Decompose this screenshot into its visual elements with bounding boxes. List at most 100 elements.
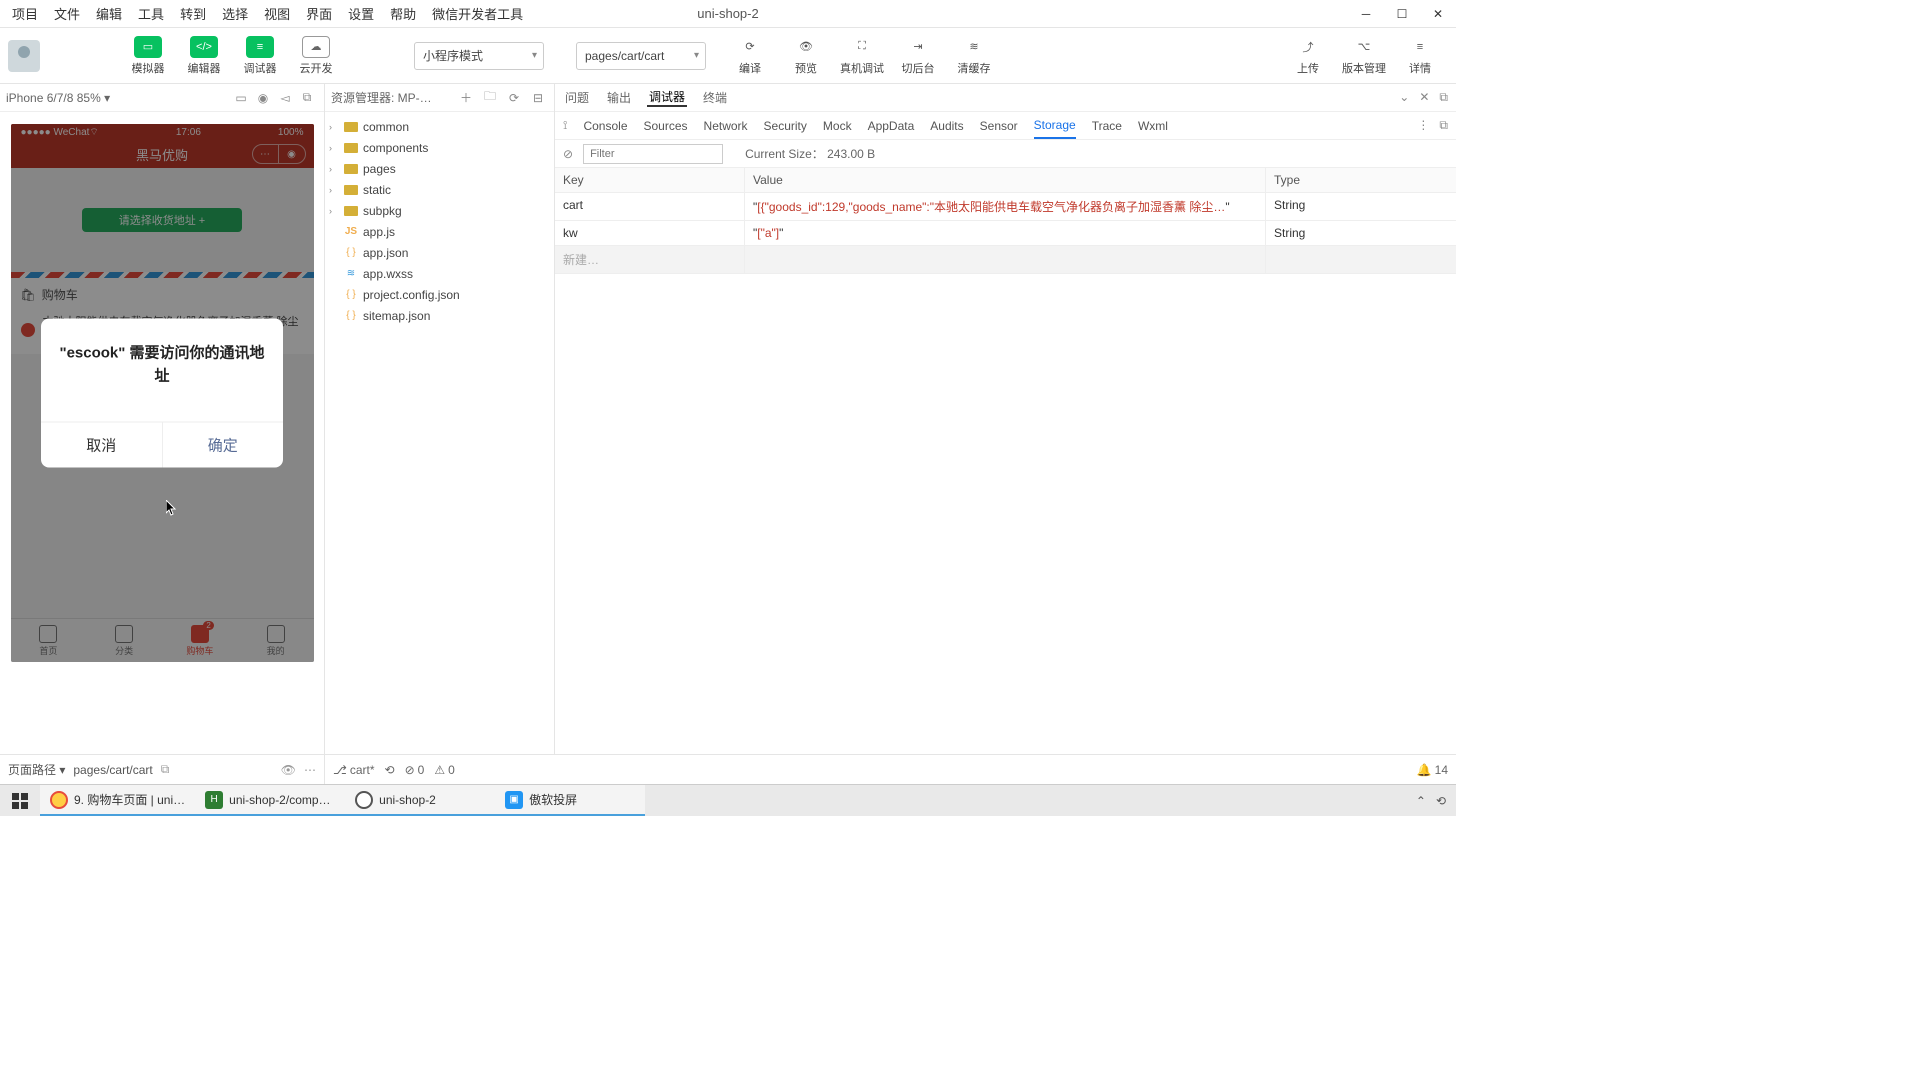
devtab-sensor[interactable]: Sensor bbox=[980, 112, 1018, 139]
menu-file[interactable]: 文件 bbox=[46, 4, 88, 23]
close-panel-icon[interactable]: ✕ bbox=[1419, 90, 1429, 105]
devtab-audits[interactable]: Audits bbox=[930, 112, 963, 139]
tree-item-app-wxss[interactable]: ≋app.wxss bbox=[325, 263, 554, 284]
taskbar-task[interactable]: ▣傲软投屏 bbox=[495, 785, 645, 816]
devtab-security[interactable]: Security bbox=[764, 112, 807, 139]
menu-select[interactable]: 选择 bbox=[214, 4, 256, 23]
storage-new-row[interactable]: 新建… bbox=[555, 246, 1456, 274]
modal-ok-button[interactable]: 确定 bbox=[163, 423, 284, 468]
more-icon[interactable]: ⋯ bbox=[304, 763, 316, 777]
storage-filter-input[interactable] bbox=[583, 144, 723, 164]
git-sync-icon[interactable]: ⟲ bbox=[385, 763, 395, 777]
devtools-popout-icon[interactable]: ⧉ bbox=[1439, 118, 1448, 133]
col-value[interactable]: Value bbox=[745, 168, 1266, 192]
modal-cancel-button[interactable]: 取消 bbox=[41, 423, 163, 468]
devtab-console[interactable]: Console bbox=[583, 112, 627, 139]
clear-cache-button[interactable]: ≋清缓存 bbox=[946, 31, 1002, 81]
taskbar-task[interactable]: Huni-shop-2/comp… bbox=[195, 785, 345, 816]
menu-view[interactable]: 视图 bbox=[256, 4, 298, 23]
menu-ui[interactable]: 界面 bbox=[298, 4, 340, 23]
eye-icon[interactable]: 👁 bbox=[281, 763, 296, 777]
tree-item-app-js[interactable]: JSapp.js bbox=[325, 221, 554, 242]
tab-output[interactable]: 输出 bbox=[605, 89, 633, 106]
new-file-icon[interactable]: ＋ bbox=[456, 89, 476, 106]
tree-item-pages[interactable]: ›pages bbox=[325, 158, 554, 179]
compile-mode-select[interactable]: 小程序模式 bbox=[414, 42, 544, 70]
menu-setting[interactable]: 设置 bbox=[340, 4, 382, 23]
system-tray[interactable]: ⌃ ⟲ bbox=[1406, 785, 1456, 816]
devtab-trace[interactable]: Trace bbox=[1092, 112, 1122, 139]
tab-terminal[interactable]: 终端 bbox=[701, 89, 729, 106]
console-tab-bar: 问题 输出 调试器 终端 ⌄ ✕ ⧉ bbox=[555, 84, 1456, 112]
rotate-icon[interactable]: ▭ bbox=[230, 91, 252, 105]
page-path-label[interactable]: 页面路径 ▾ bbox=[8, 761, 65, 778]
window-maximize-icon[interactable]: ☐ bbox=[1384, 0, 1420, 28]
devtab-sources[interactable]: Sources bbox=[644, 112, 688, 139]
simulator-toggle[interactable]: ▭模拟器 bbox=[120, 31, 176, 81]
menu-help[interactable]: 帮助 bbox=[382, 4, 424, 23]
cloud-dev[interactable]: ☁云开发 bbox=[288, 31, 344, 81]
tree-item-common[interactable]: ›common bbox=[325, 116, 554, 137]
start-button[interactable] bbox=[0, 785, 40, 816]
window-close-icon[interactable]: ✕ bbox=[1420, 0, 1456, 28]
menu-tool[interactable]: 工具 bbox=[130, 4, 172, 23]
devtab-network[interactable]: Network bbox=[704, 112, 748, 139]
version-button[interactable]: ⌥版本管理 bbox=[1336, 31, 1392, 81]
tab-debugger[interactable]: 调试器 bbox=[647, 88, 687, 107]
tray-sync-icon[interactable]: ⟲ bbox=[1436, 794, 1446, 808]
warnings-count[interactable]: ⚠ 0 bbox=[434, 763, 454, 777]
chevron-down-icon[interactable]: ⌄ bbox=[1399, 90, 1409, 105]
devtab-storage[interactable]: Storage bbox=[1034, 112, 1076, 139]
tree-item-static[interactable]: ›static bbox=[325, 179, 554, 200]
errors-count[interactable]: ⊘ 0 bbox=[405, 763, 425, 777]
editor-toggle[interactable]: </>编辑器 bbox=[176, 31, 232, 81]
tree-item-subpkg[interactable]: ›subpkg bbox=[325, 200, 554, 221]
copy-path-icon[interactable]: ⧉ bbox=[161, 762, 170, 777]
devtab-mock[interactable]: Mock bbox=[823, 112, 852, 139]
menu-edit[interactable]: 编辑 bbox=[88, 4, 130, 23]
back-icon[interactable]: ◅ bbox=[274, 91, 296, 105]
taskbar-task[interactable]: uni-shop-2 bbox=[345, 785, 495, 816]
devtab-appdata[interactable]: AppData bbox=[868, 112, 915, 139]
page-path-select[interactable]: pages/cart/cart bbox=[576, 42, 706, 70]
windows-taskbar: 9. 购物车页面 | uni…Huni-shop-2/comp…uni-shop… bbox=[0, 784, 1456, 816]
tree-item-project-config-json[interactable]: { }project.config.json bbox=[325, 284, 554, 305]
col-key[interactable]: Key bbox=[555, 168, 745, 192]
upload-button[interactable]: ⤴上传 bbox=[1280, 31, 1336, 81]
record-icon[interactable]: ◉ bbox=[252, 91, 274, 105]
new-folder-icon[interactable]: 🗀 bbox=[480, 87, 500, 108]
user-avatar[interactable] bbox=[8, 40, 40, 72]
menu-goto[interactable]: 转到 bbox=[172, 4, 214, 23]
clear-storage-icon[interactable]: ⊘ bbox=[563, 147, 573, 161]
tray-expand-icon[interactable]: ⌃ bbox=[1416, 794, 1426, 808]
devtools-more-icon[interactable]: ⋮ bbox=[1417, 118, 1429, 133]
storage-row[interactable]: kw"["a"]"String bbox=[555, 221, 1456, 246]
compile-button[interactable]: ⟳编译 bbox=[722, 31, 778, 81]
tree-item-components[interactable]: ›components bbox=[325, 137, 554, 158]
tree-item-sitemap-json[interactable]: { }sitemap.json bbox=[325, 305, 554, 326]
menu-project[interactable]: 项目 bbox=[4, 4, 46, 23]
tree-item-app-json[interactable]: { }app.json bbox=[325, 242, 554, 263]
taskbar-task[interactable]: 9. 购物车页面 | uni… bbox=[40, 785, 195, 816]
git-branch[interactable]: ⎇ cart* bbox=[333, 763, 375, 777]
debugger-toggle[interactable]: ≡调试器 bbox=[232, 31, 288, 81]
maximize-panel-icon[interactable]: ⧉ bbox=[1439, 90, 1448, 105]
refresh-icon[interactable]: ⟳ bbox=[504, 91, 524, 105]
collapse-icon[interactable]: ⊟ bbox=[528, 91, 548, 105]
storage-row[interactable]: cart"[{"goods_id":129,"goods_name":"本驰太阳… bbox=[555, 193, 1456, 221]
device-select[interactable]: iPhone 6/7/8 85% ▾ bbox=[6, 91, 110, 105]
tab-problems[interactable]: 问题 bbox=[563, 89, 591, 106]
menu-wx-devtools[interactable]: 微信开发者工具 bbox=[424, 4, 531, 23]
col-type[interactable]: Type bbox=[1266, 168, 1456, 192]
preview-button[interactable]: 👁预览 bbox=[778, 31, 834, 81]
popout-icon[interactable]: ⧉ bbox=[296, 90, 318, 105]
windows-icon bbox=[12, 793, 28, 809]
notifications[interactable]: 🔔 14 bbox=[1417, 763, 1448, 777]
details-button[interactable]: ≡详情 bbox=[1392, 31, 1448, 81]
background-button[interactable]: ⇥切后台 bbox=[890, 31, 946, 81]
window-minimize-icon[interactable]: ─ bbox=[1348, 0, 1384, 28]
main-toolbar: ▭模拟器 </>编辑器 ≡调试器 ☁云开发 小程序模式 pages/cart/c… bbox=[0, 28, 1456, 84]
remote-debug-button[interactable]: ⛶真机调试 bbox=[834, 31, 890, 81]
devtab-wxml[interactable]: Wxml bbox=[1138, 112, 1168, 139]
inspect-icon[interactable]: ⟟ bbox=[563, 118, 567, 133]
